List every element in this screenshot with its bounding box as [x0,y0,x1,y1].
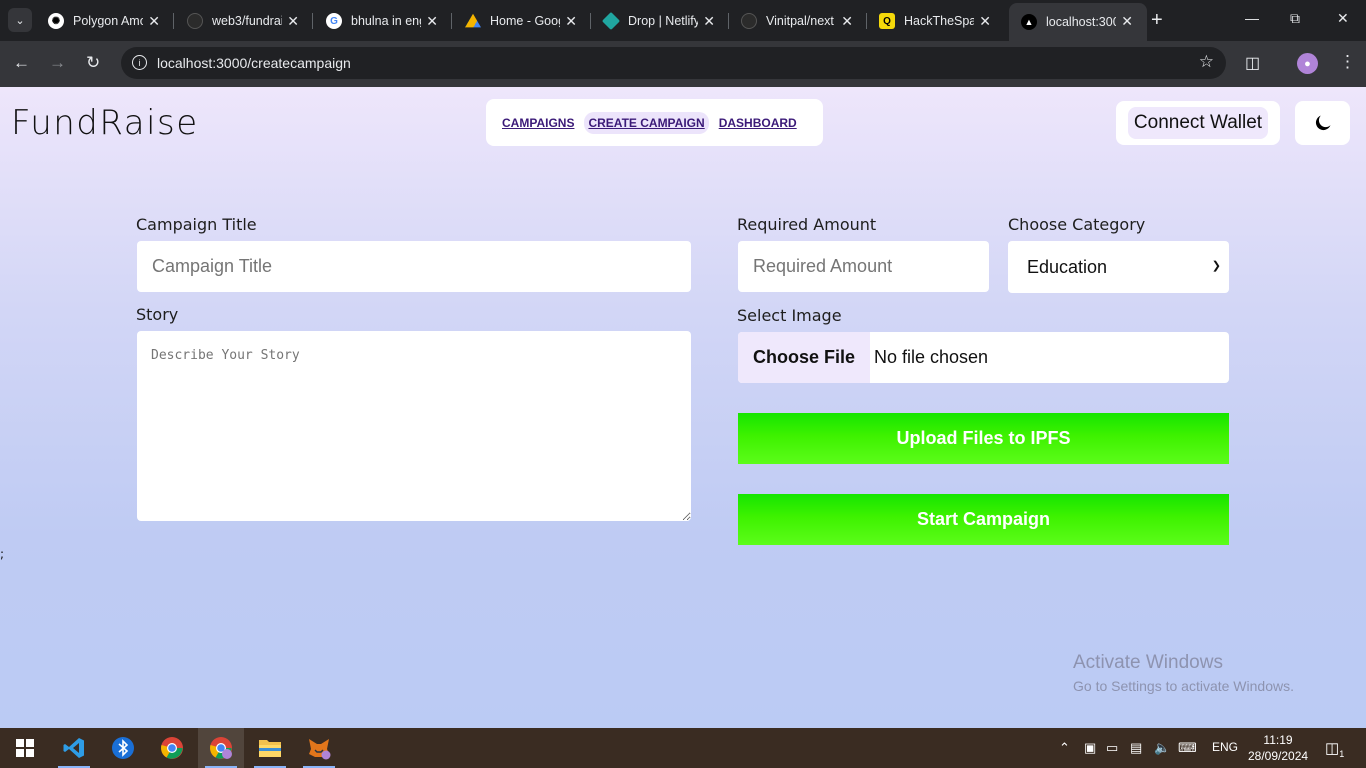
back-icon[interactable]: ← [13,53,30,73]
browser-tab-active[interactable]: ▲ localhost:3000 ✕ [1009,3,1147,41]
browser-tab[interactable]: Q HackTheSpace ✕ [867,7,1005,35]
keyboard-icon[interactable]: ⌨ [1178,740,1197,756]
bookmark-star-icon[interactable]: ☆ [1199,52,1214,72]
network-icon[interactable]: ▤ [1130,740,1142,756]
site-info-icon[interactable]: i [132,55,147,70]
reload-icon[interactable]: ↻ [86,53,100,73]
openai-icon: ✺ [48,13,64,29]
page-viewport: FundRaise CAMPAIGNS CREATE CAMPAIGN DASH… [0,87,1366,728]
tab-title: HackTheSpace [904,14,974,28]
campaign-title-input[interactable] [137,241,691,292]
close-window-icon[interactable]: ✕ [1337,10,1349,27]
close-tab-icon[interactable]: ✕ [841,13,853,30]
new-tab-icon[interactable]: + [1151,9,1163,32]
start-campaign-button[interactable]: Start Campaign [738,494,1229,545]
browser-tab[interactable]: G bhulna in english ✕ [314,7,452,35]
clock-time: 11:19 [1263,733,1293,747]
required-amount-input[interactable] [738,241,989,292]
upload-ipfs-button[interactable]: Upload Files to IPFS [738,413,1229,464]
github-icon [741,13,757,29]
browser-menu-icon[interactable]: ⋮ [1339,52,1356,72]
select-image-label: Select Image [737,306,842,325]
stray-text: ; [0,547,5,561]
clock-date: 28/09/2024 [1248,749,1309,763]
nav-create-campaign[interactable]: CREATE CAMPAIGN [584,111,709,134]
url-text: localhost:3000/createcampaign [157,55,351,71]
chrome-profile-icon[interactable] [198,728,244,768]
tab-title: Vinitpal/next [766,14,834,28]
google-icon: G [326,13,342,29]
extensions-icon[interactable]: ◫ [1245,53,1260,73]
forward-icon[interactable]: → [49,53,66,73]
browser-tab[interactable]: web3/fundraise ✕ [175,7,313,35]
tab-title: Polygon Amoy [73,14,143,28]
file-explorer-icon[interactable] [247,728,293,768]
browser-tab-strip: ⌄ ✺ Polygon Amoy ✕ web3/fundraise ✕ G bh… [0,0,1366,41]
browser-tab[interactable]: Drop | Netlify ✕ [591,7,729,35]
profile-avatar-icon[interactable]: ● [1297,53,1318,74]
restore-icon[interactable]: ⧉ [1290,10,1300,27]
volume-icon[interactable]: 🔈 [1154,740,1170,756]
required-amount-label: Required Amount [737,215,877,234]
nav-dashboard[interactable]: DASHBOARD [715,112,801,134]
watermark-title: Activate Windows [1073,652,1223,673]
browser-tab[interactable]: Home - Google Drive ✕ [453,7,591,35]
story-textarea[interactable] [137,331,691,521]
browser-toolbar: ← → ↻ i localhost:3000/createcampaign ☆ … [0,41,1366,87]
netlify-icon [601,11,621,31]
choose-file-button[interactable]: Choose File [738,332,870,383]
minimize-icon[interactable]: — [1245,10,1259,26]
tab-title: bhulna in english [351,14,421,28]
connect-wallet-card: Connect Wallet [1116,101,1280,145]
close-tab-icon[interactable]: ✕ [1121,13,1133,30]
close-tab-icon[interactable]: ✕ [979,13,991,30]
category-selected-value: Education [1027,256,1108,277]
bluetooth-icon[interactable] [100,728,146,768]
show-hidden-icons-icon[interactable]: ⌃ [1059,740,1070,756]
close-tab-icon[interactable]: ✕ [148,13,160,30]
windows-taskbar: ⌃ ▣ ▭ ▤ 🔈 ⌨ ENG 11:19 28/09/2024 ◫1 [0,728,1366,768]
story-label: Story [136,305,179,324]
github-icon [187,13,203,29]
address-bar[interactable]: i localhost:3000/createcampaign ☆ [121,47,1226,79]
metamask-icon[interactable] [296,728,342,768]
language-indicator[interactable]: ENG [1212,740,1238,754]
tab-title: localhost:3000 [1046,15,1116,29]
tab-search-icon[interactable]: ⌄ [8,8,32,32]
nextjs-icon: ▲ [1021,14,1037,30]
watermark-subtitle: Go to Settings to activate Windows. [1073,678,1294,694]
theme-toggle-button[interactable] [1295,101,1350,145]
brand-logo[interactable]: FundRaise [11,103,199,143]
image-file-input[interactable]: Choose File No file chosen [738,332,1229,383]
moon-icon [1315,115,1330,131]
nav-campaigns[interactable]: CAMPAIGNS [498,112,578,134]
chrome-icon[interactable] [149,728,195,768]
tab-title: Drop | Netlify [628,14,698,28]
browser-tab[interactable]: ✺ Polygon Amoy ✕ [36,7,174,35]
meet-now-icon[interactable]: ▣ [1084,740,1096,756]
choose-category-label: Choose Category [1008,215,1146,234]
activate-windows-watermark: Activate Windows Go to Settings to activ… [1073,652,1294,694]
campaign-title-label: Campaign Title [136,215,257,234]
notification-center-icon[interactable]: ◫1 [1325,739,1344,759]
system-clock[interactable]: 11:19 28/09/2024 [1248,732,1308,764]
no-file-chosen-text: No file chosen [874,347,989,367]
notification-count: 1 [1339,749,1345,759]
close-tab-icon[interactable]: ✕ [426,13,438,30]
chevron-down-icon: ❯ [1211,260,1221,272]
battery-icon[interactable]: ▭ [1106,740,1118,756]
connect-wallet-button[interactable]: Connect Wallet [1127,107,1269,139]
google-drive-icon [465,13,481,28]
main-nav: CAMPAIGNS CREATE CAMPAIGN DASHBOARD [486,99,823,146]
close-tab-icon[interactable]: ✕ [565,13,577,30]
hackthespace-icon: Q [879,13,895,29]
close-tab-icon[interactable]: ✕ [703,13,715,30]
browser-tab[interactable]: Vinitpal/next ✕ [729,7,867,35]
tab-title: web3/fundraise [212,14,282,28]
windows-start-icon[interactable] [2,728,48,768]
tab-title: Home - Google Drive [490,14,560,28]
category-select[interactable]: Education ❯ [1008,241,1229,293]
vscode-icon[interactable] [51,728,97,768]
close-tab-icon[interactable]: ✕ [287,13,299,30]
